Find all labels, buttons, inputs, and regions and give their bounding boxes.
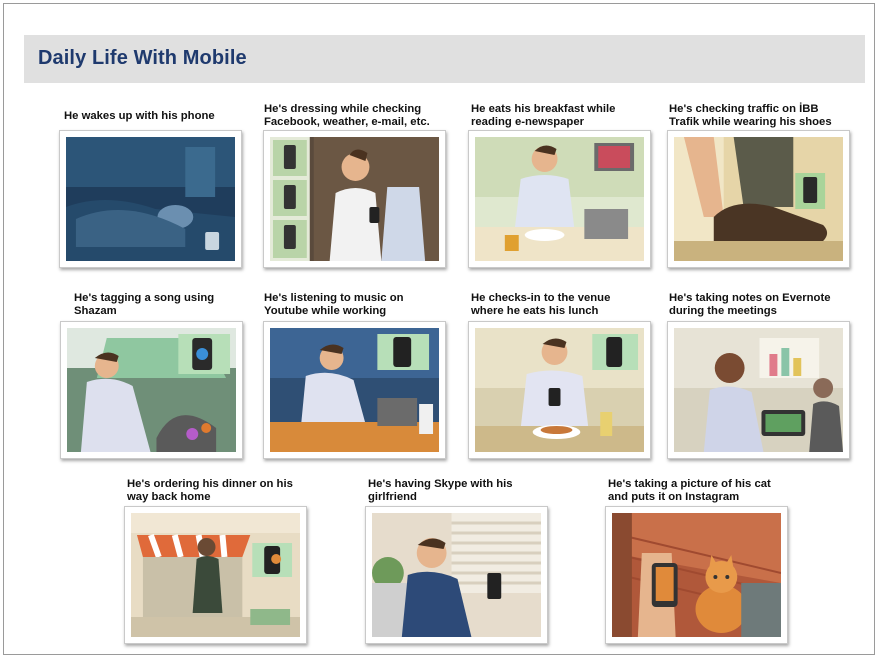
panel-caption: He checks-in to the venue where he eats …	[471, 292, 611, 317]
panel-image-card	[263, 321, 446, 459]
title-bar: Daily Life With Mobile	[24, 35, 865, 83]
waking-up-bedroom-scene	[66, 137, 235, 261]
panel-image-card	[124, 506, 307, 644]
panel-image-card	[605, 506, 788, 644]
panel-image-card	[667, 321, 850, 459]
breakfast-tablet-scene	[475, 137, 644, 261]
shoes-traffic-app-scene	[674, 137, 843, 261]
dressing-phone-scene	[270, 137, 439, 261]
panel-image-card	[468, 130, 651, 268]
panel-image-card	[59, 130, 242, 268]
panel-image-card	[263, 130, 446, 268]
panel-caption: He's taking notes on Evernote during the…	[669, 292, 831, 317]
panel-caption: He's checking traffic on İBB Trafik whil…	[669, 103, 832, 128]
panel-caption: He's taking a picture of his cat and put…	[608, 478, 771, 503]
panel-caption: He's tagging a song using Shazam	[74, 292, 215, 317]
street-dinner-order-scene	[131, 513, 300, 637]
panel-caption: He's dressing while checking Facebook, w…	[264, 103, 430, 128]
panel-caption: He's having Skype with his girlfriend	[368, 478, 513, 503]
panel-image-card	[468, 321, 651, 459]
lunch-checkin-scene	[475, 328, 644, 452]
panel-caption: He's listening to music on Youtube while…	[264, 292, 404, 317]
panel-caption: He's ordering his dinner on his way back…	[127, 478, 293, 503]
car-shazam-scene	[67, 328, 236, 452]
panel-image-card	[365, 506, 548, 644]
cat-instagram-scene	[612, 513, 781, 637]
panel-caption: He wakes up with his phone	[64, 110, 215, 122]
panel-image-card	[60, 321, 243, 459]
meeting-evernote-scene	[674, 328, 843, 452]
page-title: Daily Life With Mobile	[38, 47, 247, 69]
panel-caption: He eats his breakfast while reading e-ne…	[471, 103, 616, 128]
home-skype-scene	[372, 513, 541, 637]
office-youtube-scene	[270, 328, 439, 452]
panel-image-card	[667, 130, 850, 268]
